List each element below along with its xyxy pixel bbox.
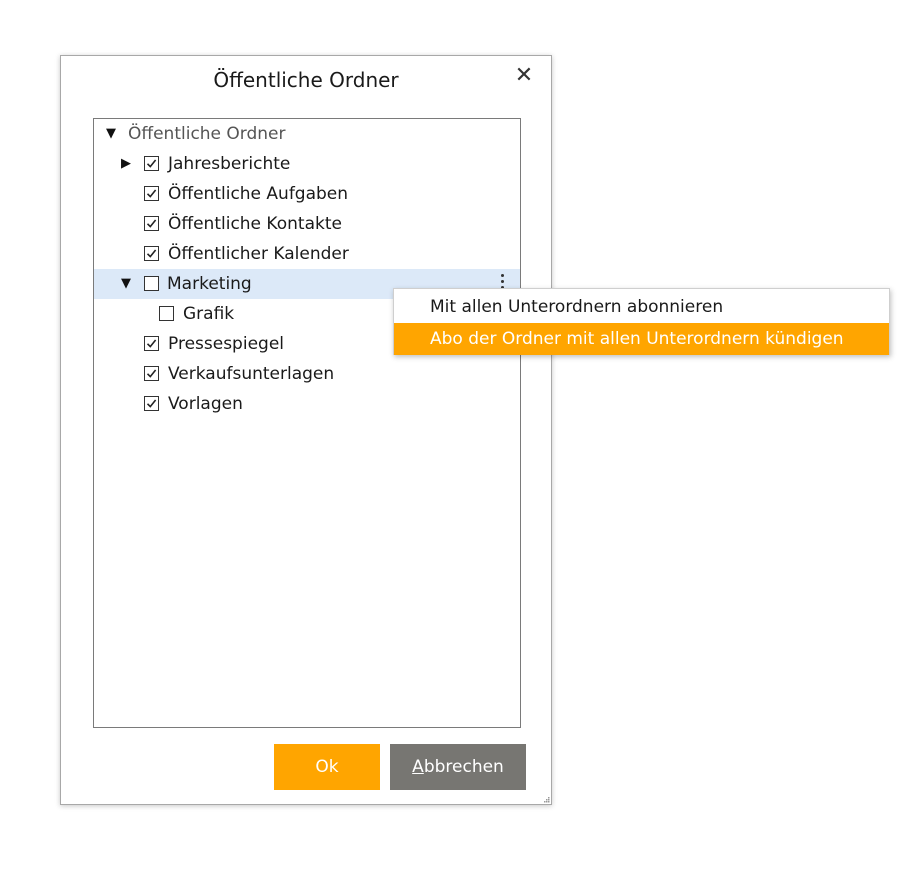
tree-item-jahresberichte[interactable]: ▶ Jahresberichte — [94, 149, 520, 179]
folder-tree: ▼ Öffentliche Ordner ▶ Jahresberichte Öf… — [93, 118, 521, 728]
cancel-button[interactable]: Abbrechen — [390, 744, 526, 790]
checkbox-oeffentlicher-kalender[interactable] — [144, 246, 159, 261]
tree-root[interactable]: ▼ Öffentliche Ordner — [94, 119, 520, 149]
tree-item-oeffentlicher-kalender[interactable]: Öffentlicher Kalender — [94, 239, 520, 269]
checkbox-pressespiegel[interactable] — [144, 336, 159, 351]
caret-down-icon[interactable]: ▼ — [119, 269, 133, 299]
menu-item-unsubscribe-all[interactable]: Abo der Ordner mit allen Unterordnern kü… — [394, 323, 889, 355]
tree-item-label: Verkaufsunterlagen — [168, 364, 335, 384]
caret-right-icon[interactable]: ▶ — [119, 149, 133, 179]
tree-item-label: Grafik — [183, 304, 235, 324]
checkbox-grafik[interactable] — [159, 306, 174, 321]
tree-item-vorlagen[interactable]: Vorlagen — [94, 389, 520, 419]
tree-item-label: Jahresberichte — [168, 154, 291, 174]
tree-item-label: Vorlagen — [168, 394, 243, 414]
resize-grip-icon[interactable] — [544, 797, 550, 803]
checkbox-verkaufsunterlagen[interactable] — [144, 366, 159, 381]
tree-item-oeffentliche-aufgaben[interactable]: Öffentliche Aufgaben — [94, 179, 520, 209]
public-folders-dialog: Öffentliche Ordner ✕ ▼ Öffentliche Ordne… — [60, 55, 552, 805]
caret-down-icon[interactable]: ▼ — [104, 119, 118, 149]
checkbox-vorlagen[interactable] — [144, 396, 159, 411]
tree-root-label: Öffentliche Ordner — [128, 124, 286, 144]
tree-item-label: Öffentlicher Kalender — [168, 244, 349, 264]
tree-item-oeffentliche-kontakte[interactable]: Öffentliche Kontakte — [94, 209, 520, 239]
menu-item-subscribe-all[interactable]: Mit allen Unterordnern abonnieren — [394, 291, 889, 323]
checkbox-oeffentliche-aufgaben[interactable] — [144, 186, 159, 201]
checkbox-jahresberichte[interactable] — [144, 156, 159, 171]
tree-item-label: Öffentliche Aufgaben — [168, 184, 349, 204]
checkbox-marketing[interactable] — [144, 276, 159, 291]
cancel-label-rest: bbrechen — [423, 757, 504, 777]
tree-item-label: Pressespiegel — [168, 334, 285, 354]
dialog-title: Öffentliche Ordner — [213, 68, 399, 92]
tree-item-verkaufsunterlagen[interactable]: Verkaufsunterlagen — [94, 359, 520, 389]
tree-item-label: Öffentliche Kontakte — [168, 214, 342, 234]
checkbox-oeffentliche-kontakte[interactable] — [144, 216, 159, 231]
tree-item-label: Marketing — [167, 274, 252, 294]
ok-button[interactable]: Ok — [274, 744, 380, 790]
close-icon[interactable]: ✕ — [513, 65, 535, 87]
context-menu: Mit allen Unterordnern abonnieren Abo de… — [393, 288, 890, 355]
cancel-accesskey: A — [412, 757, 424, 777]
